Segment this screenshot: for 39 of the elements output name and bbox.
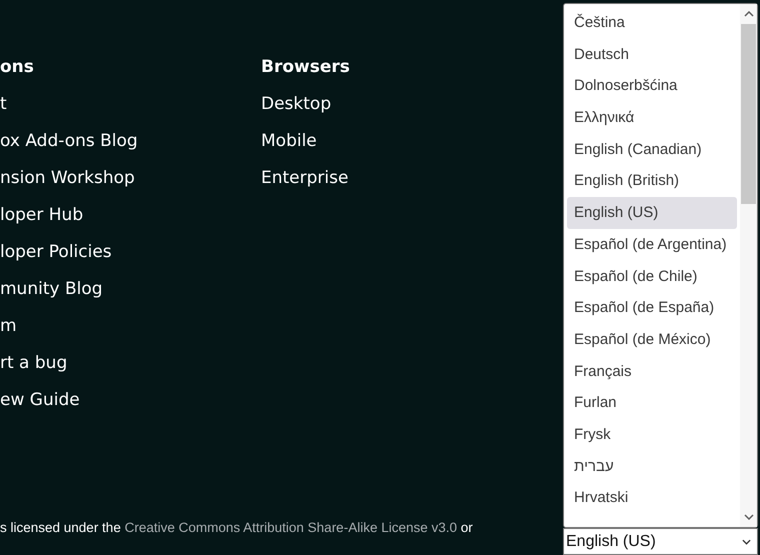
- chevron-down-icon: [742, 538, 751, 544]
- footer-link[interactable]: t: [0, 92, 261, 129]
- language-option[interactable]: Français: [567, 356, 737, 388]
- language-option[interactable]: Español (de México): [567, 324, 737, 356]
- footer-link[interactable]: Desktop: [261, 92, 522, 129]
- footer-link[interactable]: loper Policies: [0, 240, 261, 277]
- language-option[interactable]: Hrvatski: [567, 482, 737, 514]
- footer-link[interactable]: ew Guide: [0, 388, 261, 425]
- language-list[interactable]: [563, 3, 758, 528]
- column-heading: ons: [0, 56, 35, 79]
- language-option[interactable]: Español (de España): [567, 292, 737, 324]
- language-option[interactable]: English (US): [567, 197, 737, 229]
- footer-link[interactable]: Enterprise: [261, 166, 522, 203]
- language-option[interactable]: Dolnoserbšćina: [567, 70, 737, 102]
- language-option[interactable]: Español (de Argentina): [567, 228, 737, 260]
- scroll-up-icon[interactable]: [744, 11, 754, 17]
- footer-link[interactable]: ox Add-ons Blog: [0, 129, 261, 166]
- footer-link[interactable]: nsion Workshop: [0, 166, 261, 203]
- license-link[interactable]: Creative Commons Attribution Share-Alike License v3.0: [124, 520, 457, 535]
- footer-link[interactable]: m: [0, 314, 261, 351]
- language-option[interactable]: Español (de Chile): [567, 260, 737, 292]
- language-select[interactable]: English (US): [563, 528, 758, 555]
- scrollbar-thumb[interactable]: [741, 24, 756, 204]
- language-option[interactable]: Čeština: [567, 7, 737, 39]
- scroll-down-icon[interactable]: [744, 514, 754, 520]
- language-option[interactable]: עברית: [567, 450, 737, 482]
- footer-link[interactable]: Mobile: [261, 129, 522, 166]
- license-text: s licensed under the Creative Commons Attribution Share-Alike License v3.0 or: [0, 520, 474, 535]
- scrollbar[interactable]: [740, 4, 757, 527]
- language-option[interactable]: Furlan: [567, 387, 737, 419]
- language-option[interactable]: English (British): [567, 165, 737, 198]
- footer-link[interactable]: munity Blog: [0, 277, 261, 314]
- language-option[interactable]: Frysk: [567, 418, 737, 451]
- footer-link[interactable]: rt a bug: [0, 351, 261, 388]
- language-option[interactable]: Ελληνικά: [567, 102, 737, 134]
- footer-link[interactable]: loper Hub: [0, 203, 261, 240]
- column-heading: Browsers: [261, 56, 351, 79]
- language-option[interactable]: Deutsch: [567, 38, 737, 70]
- language-option[interactable]: English (Canadian): [567, 134, 737, 166]
